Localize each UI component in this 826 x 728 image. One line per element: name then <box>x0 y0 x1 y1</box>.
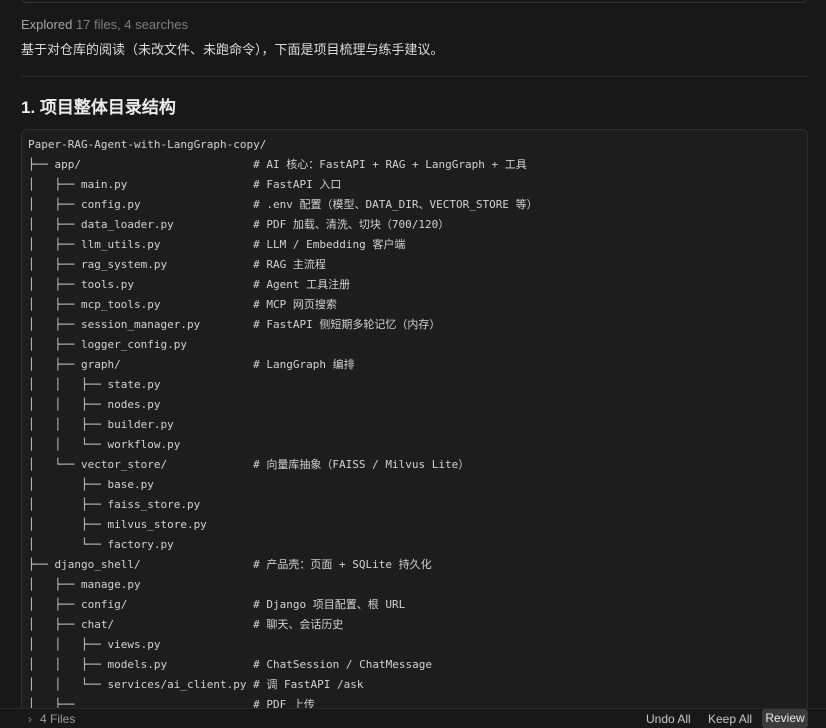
code-line: │ │ ├── nodes.py <box>28 395 801 415</box>
code-line: │ │ ├── builder.py <box>28 415 801 435</box>
code-line: │ ├── session_manager.py # FastAPI 侧短期多轮记… <box>28 315 801 335</box>
code-block: Paper-RAG-Agent-with-LangGraph-copy/ ├──… <box>21 129 808 708</box>
code-comment: # Agent 工具注册 <box>253 278 351 291</box>
code-path: │ ├── llm_utils.py <box>28 238 161 251</box>
code-path: │ ├── session_manager.py <box>28 318 201 331</box>
code-line: │ │ ├── models.py # ChatSession / ChatMes… <box>28 655 801 675</box>
code-line: │ ├── logger_config.py <box>28 335 801 355</box>
code-comment: # RAG 主流程 <box>253 258 326 271</box>
files-toggle[interactable]: › 4 Files <box>28 711 75 727</box>
code-path: │ │ ├── models.py <box>28 658 168 671</box>
code-comment: # MCP 网页搜索 <box>253 298 337 311</box>
undo-all-button[interactable]: Undo All <box>646 711 691 727</box>
code-path: │ │ ├── state.py <box>28 378 161 391</box>
code-path: ├── app/ <box>28 158 81 171</box>
code-path: │ └── factory.py <box>28 538 174 551</box>
code-path: │ ├── manage.py <box>28 578 141 591</box>
code-comment: # Django 项目配置、根 URL <box>253 598 406 611</box>
divider <box>21 76 808 77</box>
code-line: │ └── factory.py <box>28 535 801 555</box>
code-content: Paper-RAG-Agent-with-LangGraph-copy/ ├──… <box>22 130 807 708</box>
code-path: │ ├── logger_config.py <box>28 338 187 351</box>
code-line: │ ├── # PDF 上传 <box>28 695 801 708</box>
code-line: │ ├── milvus_store.py <box>28 515 801 535</box>
code-comment: # FastAPI 侧短期多轮记忆（内存） <box>253 318 441 331</box>
code-line: │ │ ├── state.py <box>28 375 801 395</box>
explored-summary[interactable]: Explored 17 files, 4 searches <box>21 17 188 33</box>
code-comment: # 聊天、会话历史 <box>253 618 344 631</box>
code-line: │ ├── rag_system.py # RAG 主流程 <box>28 255 801 275</box>
code-path: │ ├── data_loader.py <box>28 218 174 231</box>
code-path: │ ├── <box>28 698 75 708</box>
code-line: ├── app/ # AI 核心：FastAPI + RAG + LangGrap… <box>28 155 801 175</box>
explored-label: Explored <box>21 17 73 32</box>
code-comment: # PDF 加载、清洗、切块（700/120） <box>253 218 450 231</box>
code-line: │ ├── tools.py # Agent 工具注册 <box>28 275 801 295</box>
code-path: │ ├── main.py <box>28 178 128 191</box>
code-line: │ ├── mcp_tools.py # MCP 网页搜索 <box>28 295 801 315</box>
code-line: ├── django_shell/ # 产品壳：页面 + SQLite 持久化 <box>28 555 801 575</box>
code-line: Paper-RAG-Agent-with-LangGraph-copy/ <box>28 135 801 155</box>
code-line: │ ├── base.py <box>28 475 801 495</box>
code-comment: # PDF 上传 <box>253 698 315 708</box>
code-comment: # .env 配置（模型、DATA_DIR、VECTOR_STORE 等） <box>253 198 538 211</box>
code-line: │ ├── manage.py <box>28 575 801 595</box>
code-line: │ ├── main.py # FastAPI 入口 <box>28 175 801 195</box>
code-comment: # 调 FastAPI /ask <box>253 678 364 691</box>
code-path: │ ├── tools.py <box>28 278 134 291</box>
code-path: │ ├── rag_system.py <box>28 258 168 271</box>
chevron-right-icon: › <box>28 712 32 726</box>
files-toggle-label: 4 Files <box>40 712 76 726</box>
code-path: │ └── vector_store/ <box>28 458 168 471</box>
code-line: │ ├── llm_utils.py # LLM / Embedding 客户端 <box>28 235 801 255</box>
review-button[interactable]: Review <box>762 709 808 728</box>
code-line: │ ├── faiss_store.py <box>28 495 801 515</box>
code-comment: # ChatSession / ChatMessage <box>253 658 432 671</box>
intro-text: 基于对仓库的阅读（未改文件、未跑命令），下面是项目梳理与练手建议。 <box>21 42 444 57</box>
bottom-bar: › 4 Files Undo All Keep All Review <box>0 708 826 728</box>
code-path: │ ├── milvus_store.py <box>28 518 207 531</box>
section-heading: 1. 项目整体目录结构 <box>21 98 176 117</box>
code-path: │ │ ├── nodes.py <box>28 398 161 411</box>
code-line: │ ├── config/ # Django 项目配置、根 URL <box>28 595 801 615</box>
code-line: │ ├── data_loader.py # PDF 加载、清洗、切块（700/1… <box>28 215 801 235</box>
previous-card-edge <box>21 0 808 3</box>
code-comment: # 向量库抽象（FAISS / Milvus Lite） <box>253 458 470 471</box>
code-path: │ ├── mcp_tools.py <box>28 298 161 311</box>
code-line: │ │ └── workflow.py <box>28 435 801 455</box>
code-line: │ ├── graph/ # LangGraph 编排 <box>28 355 801 375</box>
code-path: │ ├── faiss_store.py <box>28 498 201 511</box>
code-path: │ │ └── services/ai_client.py <box>28 678 247 691</box>
explored-detail: 17 files, 4 searches <box>75 17 188 32</box>
code-path: │ ├── config/ <box>28 598 128 611</box>
chat-scroll-area[interactable]: Explored 17 files, 4 searches 基于对仓库的阅读（未… <box>0 0 826 708</box>
code-line: │ ├── config.py # .env 配置（模型、DATA_DIR、VEC… <box>28 195 801 215</box>
keep-all-button[interactable]: Keep All <box>708 711 752 727</box>
code-line: │ ├── chat/ # 聊天、会话历史 <box>28 615 801 635</box>
code-comment: # FastAPI 入口 <box>253 178 342 191</box>
code-comment: # AI 核心：FastAPI + RAG + LangGraph + 工具 <box>253 158 527 171</box>
code-comment: # 产品壳：页面 + SQLite 持久化 <box>253 558 432 571</box>
code-line: │ │ └── services/ai_client.py # 调 FastAPI… <box>28 675 801 695</box>
code-path: │ ├── graph/ <box>28 358 121 371</box>
code-comment: # LangGraph 编排 <box>253 358 355 371</box>
code-path: │ │ ├── views.py <box>28 638 161 651</box>
code-path: │ │ ├── builder.py <box>28 418 174 431</box>
code-path: ├── django_shell/ <box>28 558 141 571</box>
code-comment: # LLM / Embedding 客户端 <box>253 238 406 251</box>
code-path: Paper-RAG-Agent-with-LangGraph-copy/ <box>28 138 267 151</box>
code-line: │ └── vector_store/ # 向量库抽象（FAISS / Milvu… <box>28 455 801 475</box>
code-line: │ │ ├── views.py <box>28 635 801 655</box>
code-path: │ ├── config.py <box>28 198 141 211</box>
code-path: │ ├── base.py <box>28 478 154 491</box>
code-path: │ │ └── workflow.py <box>28 438 181 451</box>
code-path: │ ├── chat/ <box>28 618 115 631</box>
